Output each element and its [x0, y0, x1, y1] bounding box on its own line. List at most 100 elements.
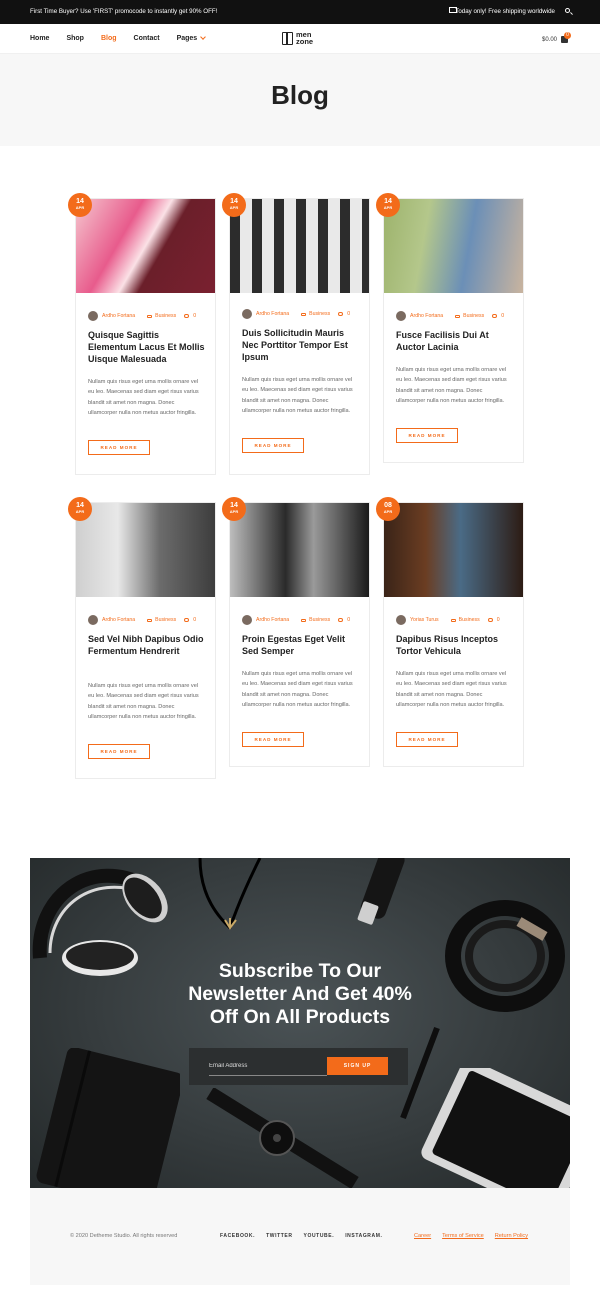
post-author[interactable]: Ardho Fortana [256, 617, 289, 623]
post-author[interactable]: Ardho Fortana [102, 313, 135, 319]
post-category[interactable]: Business [463, 313, 484, 319]
cart-total: $0.00 [541, 36, 557, 43]
post-category[interactable]: Business [309, 311, 330, 317]
post-title[interactable]: Dapibus Risus Inceptos Tortor Vehicula [396, 633, 513, 657]
post-meta: Ardho Fortana Business 0 [396, 311, 504, 321]
post-image[interactable] [230, 199, 369, 293]
nav-menu: Home Shop Blog Contact Pages [30, 34, 222, 42]
read-more-button[interactable]: READ MORE [396, 732, 458, 747]
nav-item-pages-label: Pages [176, 35, 198, 42]
date-badge: 08 APR [376, 497, 400, 521]
date-day: 14 [76, 198, 84, 205]
date-day: 08 [384, 502, 392, 509]
newsletter-section: Subscribe To Our Newsletter And Get 40% … [30, 858, 570, 1188]
post-author[interactable]: Ardho Fortana [410, 313, 443, 319]
nav-item-home[interactable]: Home [30, 35, 49, 42]
post-image[interactable] [384, 199, 523, 293]
promo-text: First Time Buyer? Use 'FIRST' promocode … [30, 8, 218, 15]
date-month: APR [75, 509, 85, 514]
post-comments-count[interactable]: 0 [347, 617, 350, 623]
post-title[interactable]: Sed Vel Nibh Dapibus Odio Fermentum Hend… [88, 633, 205, 657]
author-avatar [396, 311, 406, 321]
social-link-twitter[interactable]: TWITTER [266, 1233, 292, 1239]
read-more-button[interactable]: READ MORE [396, 428, 458, 443]
nav-item-shop[interactable]: Shop [66, 35, 84, 42]
chevron-down-icon [200, 34, 207, 40]
nav-item-contact[interactable]: Contact [134, 35, 160, 42]
author-avatar [88, 615, 98, 625]
read-more-button[interactable]: READ MORE [88, 440, 150, 455]
nav-item-blog[interactable]: Blog [101, 35, 117, 42]
blog-card[interactable]: Ardho Fortana Business 0 Quisque Sagittis E… [75, 198, 216, 475]
post-meta: Ardho Fortana Business 0 [242, 309, 350, 319]
page-header: Blog [0, 54, 600, 146]
read-more-button[interactable]: READ MORE [88, 744, 150, 759]
social-link-youtube[interactable]: YOUTUBE. [304, 1233, 335, 1239]
post-comments-count[interactable]: 0 [501, 313, 504, 319]
post-image[interactable] [76, 199, 215, 293]
main-nav: Home Shop Blog Contact Pages men zone $0… [0, 24, 600, 54]
read-more-button[interactable]: READ MORE [242, 732, 304, 747]
footer-link-terms[interactable]: Terms of Service [442, 1233, 484, 1239]
logo-text: men zone [296, 31, 314, 46]
date-badge: 14 APR [222, 193, 246, 217]
date-badge: 14 APR [222, 497, 246, 521]
comment-icon [338, 312, 344, 316]
post-excerpt: Nullam quis risus eget urna mollis ornar… [396, 671, 507, 709]
comment-icon [487, 618, 493, 622]
footer-link-career[interactable]: Career [414, 1233, 431, 1239]
post-category[interactable]: Business [155, 617, 176, 623]
post-meta: Ardho Fortana Business 0 [88, 311, 196, 321]
post-excerpt: Nullam quis risus eget urna mollis ornar… [88, 379, 199, 417]
logo-text-line2: zone [296, 37, 314, 46]
date-badge: 14 APR [376, 193, 400, 217]
post-title[interactable]: Proin Egestas Eget Velit Sed Semper [242, 633, 359, 657]
newsletter-heading-line1: Subscribe To Our [218, 960, 382, 982]
social-link-facebook[interactable]: FACEBOOK. [220, 1233, 255, 1239]
post-comments-count[interactable]: 0 [193, 313, 196, 319]
post-comments-count[interactable]: 0 [193, 617, 196, 623]
copyright-text: © 2020 Dethemе Studio. All rights reserv… [70, 1233, 178, 1239]
post-comments-count[interactable]: 0 [497, 617, 500, 623]
post-category[interactable]: Business [155, 313, 176, 319]
post-author[interactable]: Ardho Fortana [256, 311, 289, 317]
read-more-button[interactable]: READ MORE [242, 438, 304, 453]
comment-icon [338, 618, 344, 622]
blog-card[interactable]: Ardho Fortana Business 0 Proin Egestas Eget… [229, 502, 370, 767]
post-title[interactable]: Fusce Facilisis Dui At Auctor Lacinia [396, 329, 513, 353]
date-month: APR [383, 205, 393, 210]
post-category[interactable]: Business [309, 617, 330, 623]
post-excerpt: Nullam quis risus eget urna mollis ornar… [88, 683, 199, 721]
author-avatar [242, 615, 252, 625]
post-author[interactable]: Yorias Turus [410, 617, 439, 623]
post-image[interactable] [76, 503, 215, 597]
tag-icon [450, 618, 456, 622]
post-comments-count[interactable]: 0 [347, 311, 350, 317]
post-title[interactable]: Duis Sollicitudin Mauris Nec Porttitor T… [242, 327, 359, 363]
post-author[interactable]: Ardho Fortana [102, 617, 135, 623]
sign-up-button[interactable]: SIGN UP [327, 1057, 388, 1075]
blog-card[interactable]: Ardho Fortana Business 0 Duis Sollicitudin … [229, 198, 370, 475]
post-excerpt: Nullam quis risus eget urna mollis ornar… [242, 377, 353, 415]
shipping-text: Today only! Free shipping worldwide [455, 8, 555, 15]
blog-card[interactable]: Ardho Fortana Business 0 Sed Vel Nibh Dapib… [75, 502, 216, 779]
site-logo[interactable]: men zone [282, 31, 313, 45]
footer-link-return-policy[interactable]: Return Policy [495, 1233, 528, 1239]
watch-image [206, 1088, 359, 1188]
post-title[interactable]: Quisque Sagittis Elementum Lacus Et Moll… [88, 329, 205, 365]
blog-card[interactable]: Yorias Turus Business 0 Dapibus Risus Incep… [383, 502, 524, 767]
post-meta: Ardho Fortana Business 0 [88, 615, 196, 625]
blog-card[interactable]: Ardho Fortana Business 0 Fusce Facilisis Du… [383, 198, 524, 463]
social-link-instagram[interactable]: INSTAGRAM. [345, 1233, 382, 1239]
search-icon[interactable] [565, 8, 570, 13]
email-input[interactable] [209, 1057, 327, 1076]
date-badge: 14 APR [68, 193, 92, 217]
author-avatar [396, 615, 406, 625]
date-day: 14 [76, 502, 84, 509]
post-meta: Ardho Fortana Business 0 [242, 615, 350, 625]
nav-item-pages[interactable]: Pages [176, 34, 207, 42]
post-category[interactable]: Business [459, 617, 480, 623]
post-image[interactable] [384, 503, 523, 597]
flashlight-image [357, 858, 405, 925]
post-image[interactable] [230, 503, 369, 597]
